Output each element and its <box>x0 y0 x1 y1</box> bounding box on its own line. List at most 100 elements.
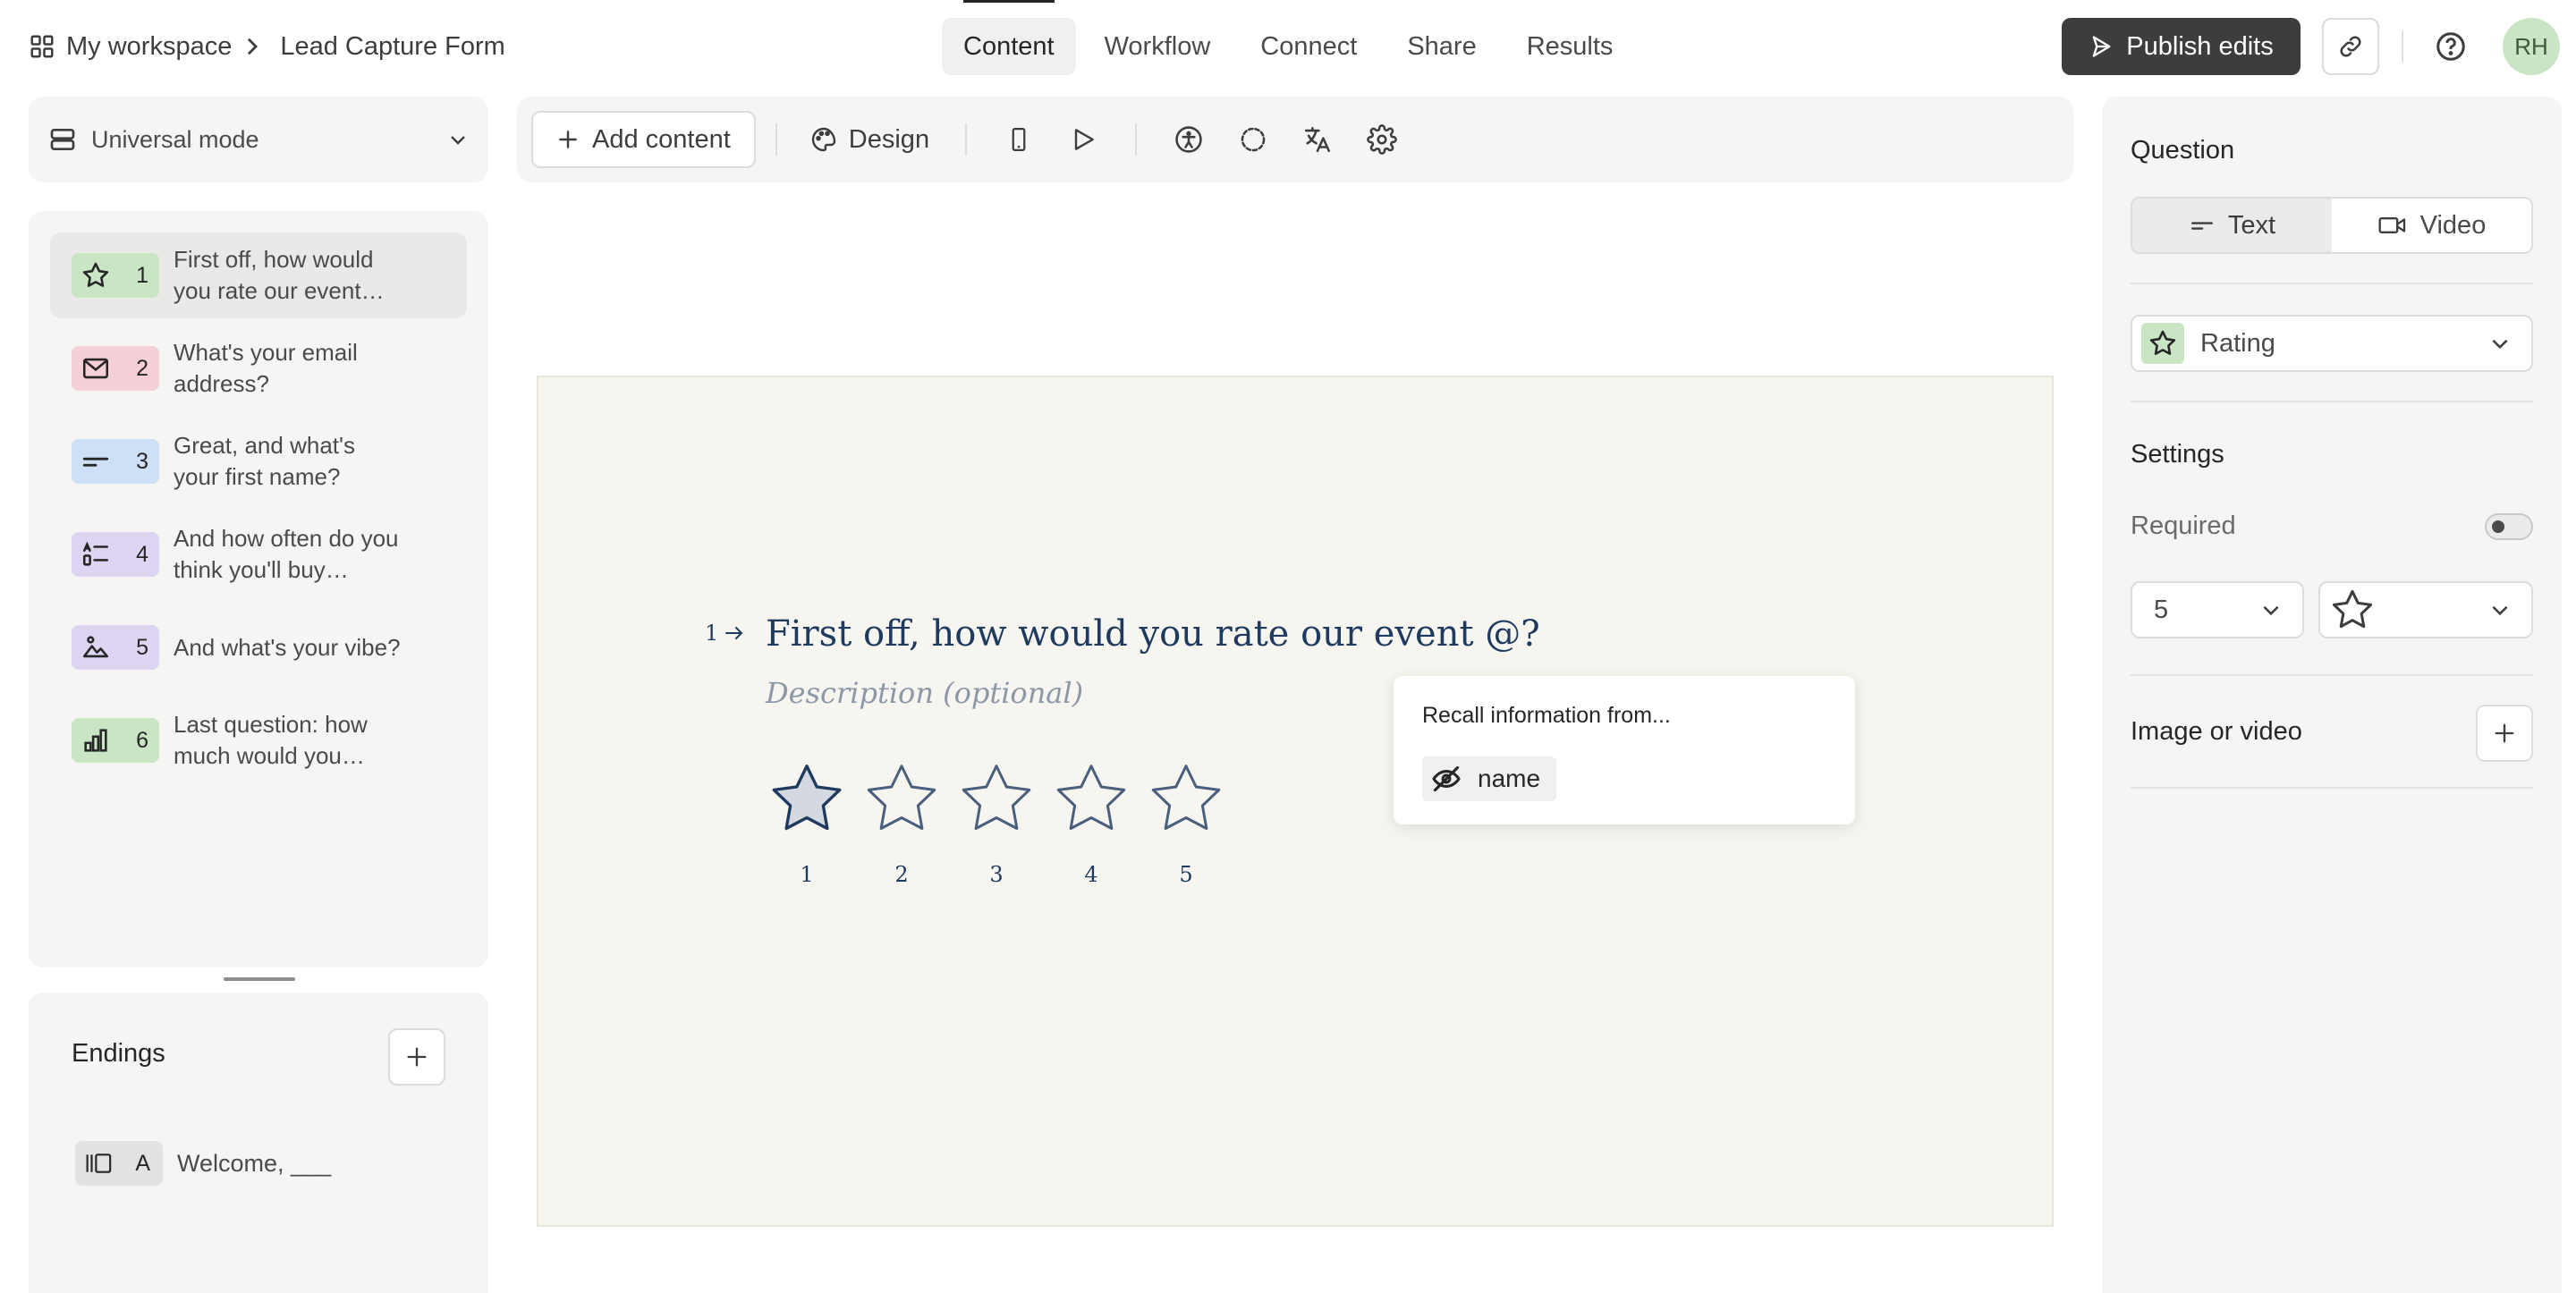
rating-option-3[interactable]: 3 <box>955 760 1038 887</box>
star-icon <box>2329 587 2376 633</box>
question-type-label: Rating <box>2200 328 2275 358</box>
plus-icon <box>556 128 580 151</box>
design-label: Design <box>848 124 930 154</box>
tab-workflow[interactable]: Workflow <box>1083 18 1233 75</box>
translate-button[interactable] <box>1292 114 1343 165</box>
add-content-label: Add content <box>592 124 731 154</box>
question-type-select[interactable]: Rating <box>2131 315 2533 372</box>
panel-resize-handle[interactable] <box>224 977 295 981</box>
question-text: And how often do you think you'll buy… <box>174 525 399 583</box>
logic-button[interactable] <box>1228 114 1278 165</box>
rating-option-1[interactable]: 1 <box>766 760 848 887</box>
divider <box>2131 401 2533 402</box>
design-button[interactable]: Design <box>797 125 945 155</box>
required-toggle[interactable] <box>2485 513 2533 540</box>
question-format-toggle: Text Video <box>2131 197 2533 254</box>
avatar[interactable]: RH <box>2503 18 2560 75</box>
text-option-label: Text <box>2227 210 2276 240</box>
rating-label: 2 <box>894 862 909 887</box>
question-section-title: Question <box>2131 136 2235 165</box>
question-number: 6 <box>136 727 148 753</box>
publish-button[interactable]: Publish edits <box>2062 18 2301 75</box>
short-text-icon <box>80 446 111 477</box>
question-number-label: 1 <box>705 621 745 646</box>
mobile-preview-button[interactable] <box>994 114 1044 165</box>
question-item-3[interactable]: 3 Great, and what's your first name? <box>50 418 467 504</box>
question-item-4[interactable]: 4 And how often do you think you'll buy… <box>50 511 467 597</box>
publish-label: Publish edits <box>2126 31 2274 61</box>
tab-share[interactable]: Share <box>1385 18 1497 75</box>
help-icon <box>2435 30 2467 63</box>
arrow-right-icon <box>724 624 745 642</box>
recall-title: Recall information from... <box>1422 703 1671 728</box>
question-item-6[interactable]: 6 Last question: how much would you… <box>50 697 467 783</box>
plus-icon <box>2492 721 2517 746</box>
editor-toolbar: Add content Design <box>517 97 2073 182</box>
link-icon <box>2337 33 2364 60</box>
star-icon <box>766 760 848 841</box>
question-number: 4 <box>136 541 148 567</box>
mode-selector[interactable]: Universal mode <box>29 97 488 182</box>
video-option-label: Video <box>2419 210 2487 240</box>
rating-option-2[interactable]: 2 <box>860 760 943 887</box>
recall-option-name[interactable]: name <box>1422 756 1557 801</box>
required-label: Required <box>2131 511 2236 540</box>
canvas-question-number: 1 <box>705 621 719 646</box>
star-icon <box>955 760 1038 841</box>
rating-label: 3 <box>989 862 1004 887</box>
question-badge: 6 <box>72 718 159 763</box>
ending-badge: A <box>75 1141 163 1186</box>
mail-icon <box>80 353 111 384</box>
accessibility-icon <box>1174 124 1204 155</box>
add-content-button[interactable]: Add content <box>531 111 756 168</box>
help-button[interactable] <box>2431 27 2470 66</box>
question-text: And what's your vibe? <box>174 633 401 661</box>
ending-icon <box>84 1150 114 1177</box>
shape-select[interactable] <box>2318 581 2533 638</box>
rating-option-5[interactable]: 5 <box>1145 760 1227 887</box>
text-option[interactable]: Text <box>2132 199 2332 252</box>
question-text: First off, how would you rate our event… <box>174 246 385 304</box>
rating-label: 1 <box>800 862 814 887</box>
workspace-link[interactable]: My workspace <box>29 32 232 62</box>
chevron-down-icon <box>2259 598 2283 621</box>
settings-button[interactable] <box>1357 114 1407 165</box>
question-number: 3 <box>136 448 148 474</box>
question-text: Great, and what's your first name? <box>174 432 355 490</box>
tab-results[interactable]: Results <box>1505 18 1635 75</box>
list-icon <box>80 539 111 570</box>
short-text-icon <box>2189 215 2216 236</box>
video-option[interactable]: Video <box>2332 199 2531 252</box>
question-item-5[interactable]: 5 And what's your vibe? <box>50 604 467 690</box>
divider <box>965 123 968 156</box>
rating-option-4[interactable]: 4 <box>1050 760 1132 887</box>
plus-icon <box>404 1044 429 1069</box>
recall-popover: Recall information from... name <box>1394 676 1855 824</box>
steps-select[interactable]: 5 <box>2131 581 2304 638</box>
accessibility-button[interactable] <box>1164 114 1214 165</box>
ending-item-a[interactable]: A Welcome, ___ <box>75 1141 331 1186</box>
question-title-input[interactable]: First off, how would you rate our event … <box>766 613 1540 655</box>
form-name[interactable]: Lead Capture Form <box>280 32 504 62</box>
tab-connect[interactable]: Connect <box>1239 18 1378 75</box>
loading-circle-icon <box>1238 124 1268 155</box>
description-input[interactable]: Description (optional) <box>766 676 1083 710</box>
divider <box>2131 283 2533 284</box>
question-text: What's your email address? <box>174 339 358 397</box>
workspace-label: My workspace <box>66 31 233 61</box>
add-media-button[interactable] <box>2476 705 2533 762</box>
question-badge: 4 <box>72 532 159 577</box>
form-canvas: 1 First off, how would you rate our even… <box>537 376 2054 1227</box>
question-item-1[interactable]: 1 First off, how would you rate our even… <box>50 232 467 318</box>
add-ending-button[interactable] <box>388 1028 445 1086</box>
layers-icon <box>48 125 77 154</box>
question-item-2[interactable]: 2 What's your email address? <box>50 325 467 411</box>
tab-content[interactable]: Content <box>942 0 1076 75</box>
copy-link-button[interactable] <box>2322 18 2379 75</box>
question-text: Last question: how much would you… <box>174 711 368 769</box>
send-icon <box>2089 34 2114 59</box>
media-section-title: Image or video <box>2131 717 2302 746</box>
question-badge: 2 <box>72 346 159 391</box>
gear-icon <box>1367 124 1397 155</box>
preview-button[interactable] <box>1058 114 1108 165</box>
